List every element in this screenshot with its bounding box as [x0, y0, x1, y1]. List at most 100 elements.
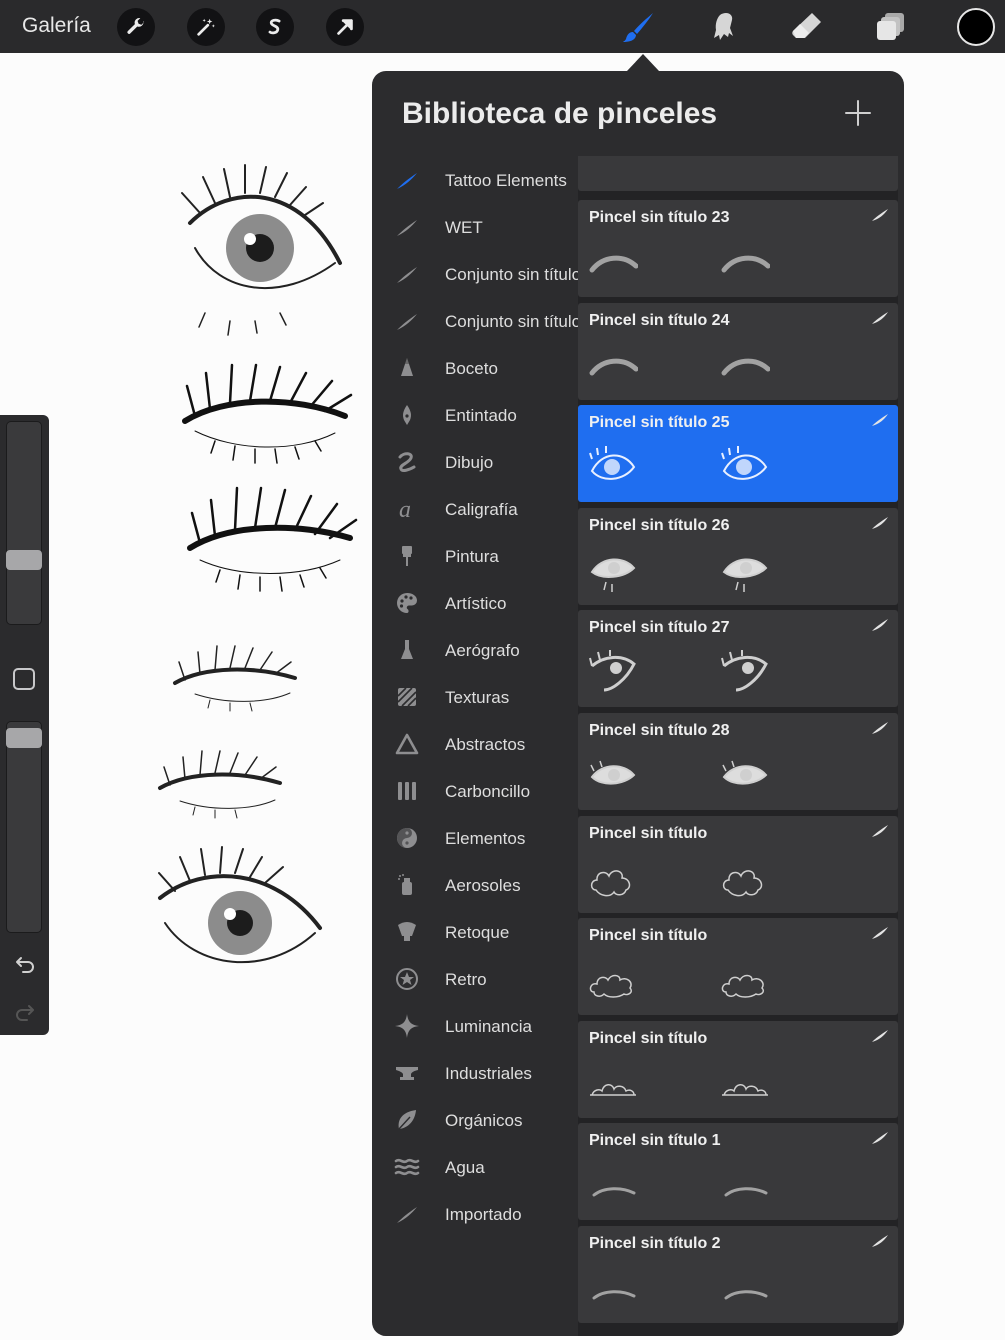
brush-stroke-icon [872, 311, 888, 324]
stroke-icon [394, 308, 420, 334]
charcoal-icon [394, 778, 420, 804]
opacity-slider[interactable] [6, 721, 42, 933]
brush-library-panel: Biblioteca de pinceles Tattoo Elements WE… [372, 71, 904, 1336]
stroke-icon [394, 214, 420, 240]
brush-name: Pincel sin título [589, 1029, 708, 1047]
popover-caret [627, 54, 659, 71]
brush-set-item[interactable]: Texturas [372, 673, 578, 720]
brush-set-item[interactable]: Entintado [372, 391, 578, 438]
brush-stroke-icon [872, 209, 888, 221]
eyelash-drawing [187, 486, 358, 592]
brush-preview-stroke [722, 558, 768, 592]
brush-stroke-icon [872, 414, 888, 427]
brush-set-item[interactable]: Orgánicos [372, 1096, 578, 1143]
brush-set-item[interactable]: Dibujo [372, 438, 578, 485]
brush-item[interactable]: Pincel sin título 2 [578, 1226, 898, 1323]
squiggle-icon [394, 449, 420, 475]
brush-set-label: Industriales [445, 1064, 532, 1083]
undo-button[interactable] [12, 950, 38, 976]
brush-item[interactable]: Pincel sin título 1 [578, 1123, 898, 1221]
brush-preview-stroke [721, 650, 768, 692]
brush-set-item[interactable]: Pintura [372, 532, 578, 579]
brush-set-item[interactable]: Tattoo Elements [372, 156, 578, 203]
brush-set-item[interactable]: Boceto [372, 344, 578, 391]
brush-preview-stroke [590, 558, 636, 592]
brush-set-item[interactable]: Importado [372, 1190, 578, 1237]
stroke-icon [394, 167, 420, 193]
brush-item[interactable]: Pincel sin título 25 [578, 405, 898, 503]
brush-name: Pincel sin título 26 [589, 516, 730, 534]
brush-tool-button[interactable] [620, 8, 658, 46]
brush-set-item[interactable]: Carboncillo [372, 767, 578, 814]
add-brush-set-icon[interactable] [844, 99, 872, 127]
brush-name: Pincel sin título 1 [589, 1132, 721, 1150]
brush-stroke-icon [872, 722, 888, 734]
actions-button[interactable] [117, 8, 155, 46]
brush-preview-stroke [590, 869, 631, 896]
brush-set-item[interactable]: Aerógrafo [372, 626, 578, 673]
brush-preview-stroke [589, 650, 636, 692]
eyelash-drawing [182, 363, 353, 464]
top-toolbar: Galería [0, 0, 1005, 53]
eraser-tool-button[interactable] [788, 8, 826, 46]
brush-size-thumb[interactable] [6, 550, 42, 570]
selection-button[interactable] [256, 8, 294, 46]
brush-stroke-icon [872, 824, 888, 837]
brush-set-item[interactable]: Conjunto sin título [372, 297, 581, 344]
spray-can-icon [394, 872, 420, 898]
brush-set-item[interactable]: Agua [372, 1143, 578, 1190]
brush-set-label: Elementos [445, 829, 526, 848]
brush-set-item[interactable]: Aerosoles [372, 861, 578, 908]
modify-button[interactable] [13, 668, 35, 690]
stroke-icon [394, 261, 420, 287]
brush-set-label: Aerosoles [445, 876, 521, 895]
brush-preview-stroke [724, 1290, 768, 1300]
eraser-icon [792, 13, 821, 38]
brush-set-item[interactable]: a Caligrafía [372, 485, 578, 532]
brush-set-item[interactable]: Retro [372, 955, 578, 1002]
brush-set-item[interactable]: WET [372, 203, 578, 250]
adjustments-button[interactable] [187, 8, 225, 46]
brush-set-item[interactable]: Retoque [372, 908, 578, 955]
brush-set-item[interactable]: Luminancia [372, 1002, 578, 1049]
brush-set-label: Caligrafía [445, 500, 518, 519]
brush-preview-stroke [589, 446, 636, 480]
triangle-icon [394, 731, 420, 757]
brush-name: Pincel sin título 23 [589, 209, 730, 226]
brush-item[interactable]: Pincel sin título [578, 1020, 898, 1118]
smudge-tool-button[interactable] [704, 8, 742, 46]
brush-icon [623, 13, 653, 42]
gallery-button[interactable]: Galería [22, 14, 91, 38]
brush-item[interactable]: Pincel sin título 27 [578, 610, 898, 708]
brush-list: Pincel sin título 23 Pincel sin título 24… [578, 156, 898, 1336]
star-circle-icon [394, 966, 420, 992]
brush-item-partial[interactable] [578, 156, 898, 191]
color-picker-button[interactable] [957, 8, 995, 46]
brush-item[interactable]: Pincel sin título 26 [578, 507, 898, 605]
eye-drawing [158, 846, 322, 964]
brush-set-item[interactable]: Conjunto sin título [372, 250, 581, 297]
brush-item[interactable]: Pincel sin título [578, 815, 898, 913]
palette-icon [394, 590, 420, 616]
brush-set-label: Pintura [445, 547, 499, 566]
brush-preview-stroke [722, 1083, 768, 1096]
brush-set-label: Dibujo [445, 453, 494, 472]
brush-set-item[interactable]: Artístico [372, 579, 578, 626]
brush-item[interactable]: Pincel sin título [578, 918, 898, 1016]
brush-name: Pincel sin título 2 [589, 1235, 721, 1252]
brush-set-item[interactable]: Abstractos [372, 720, 578, 767]
brush-item[interactable]: Pincel sin título 24 [578, 302, 898, 400]
brush-preview-stroke [592, 1187, 636, 1197]
brush-preview-stroke [724, 1187, 768, 1197]
brush-size-slider[interactable] [6, 421, 42, 625]
layers-button[interactable] [872, 8, 910, 46]
brush-set-item[interactable]: Elementos [372, 814, 578, 861]
brush-item[interactable]: Pincel sin título 28 [578, 713, 898, 810]
opacity-thumb[interactable] [6, 728, 42, 748]
svg-text:a: a [399, 497, 411, 522]
brush-item[interactable]: Pincel sin título 23 [578, 200, 898, 297]
redo-button[interactable] [12, 998, 38, 1024]
transform-button[interactable] [326, 8, 364, 46]
brush-preview-stroke [592, 1290, 636, 1300]
brush-set-item[interactable]: Industriales [372, 1049, 578, 1096]
